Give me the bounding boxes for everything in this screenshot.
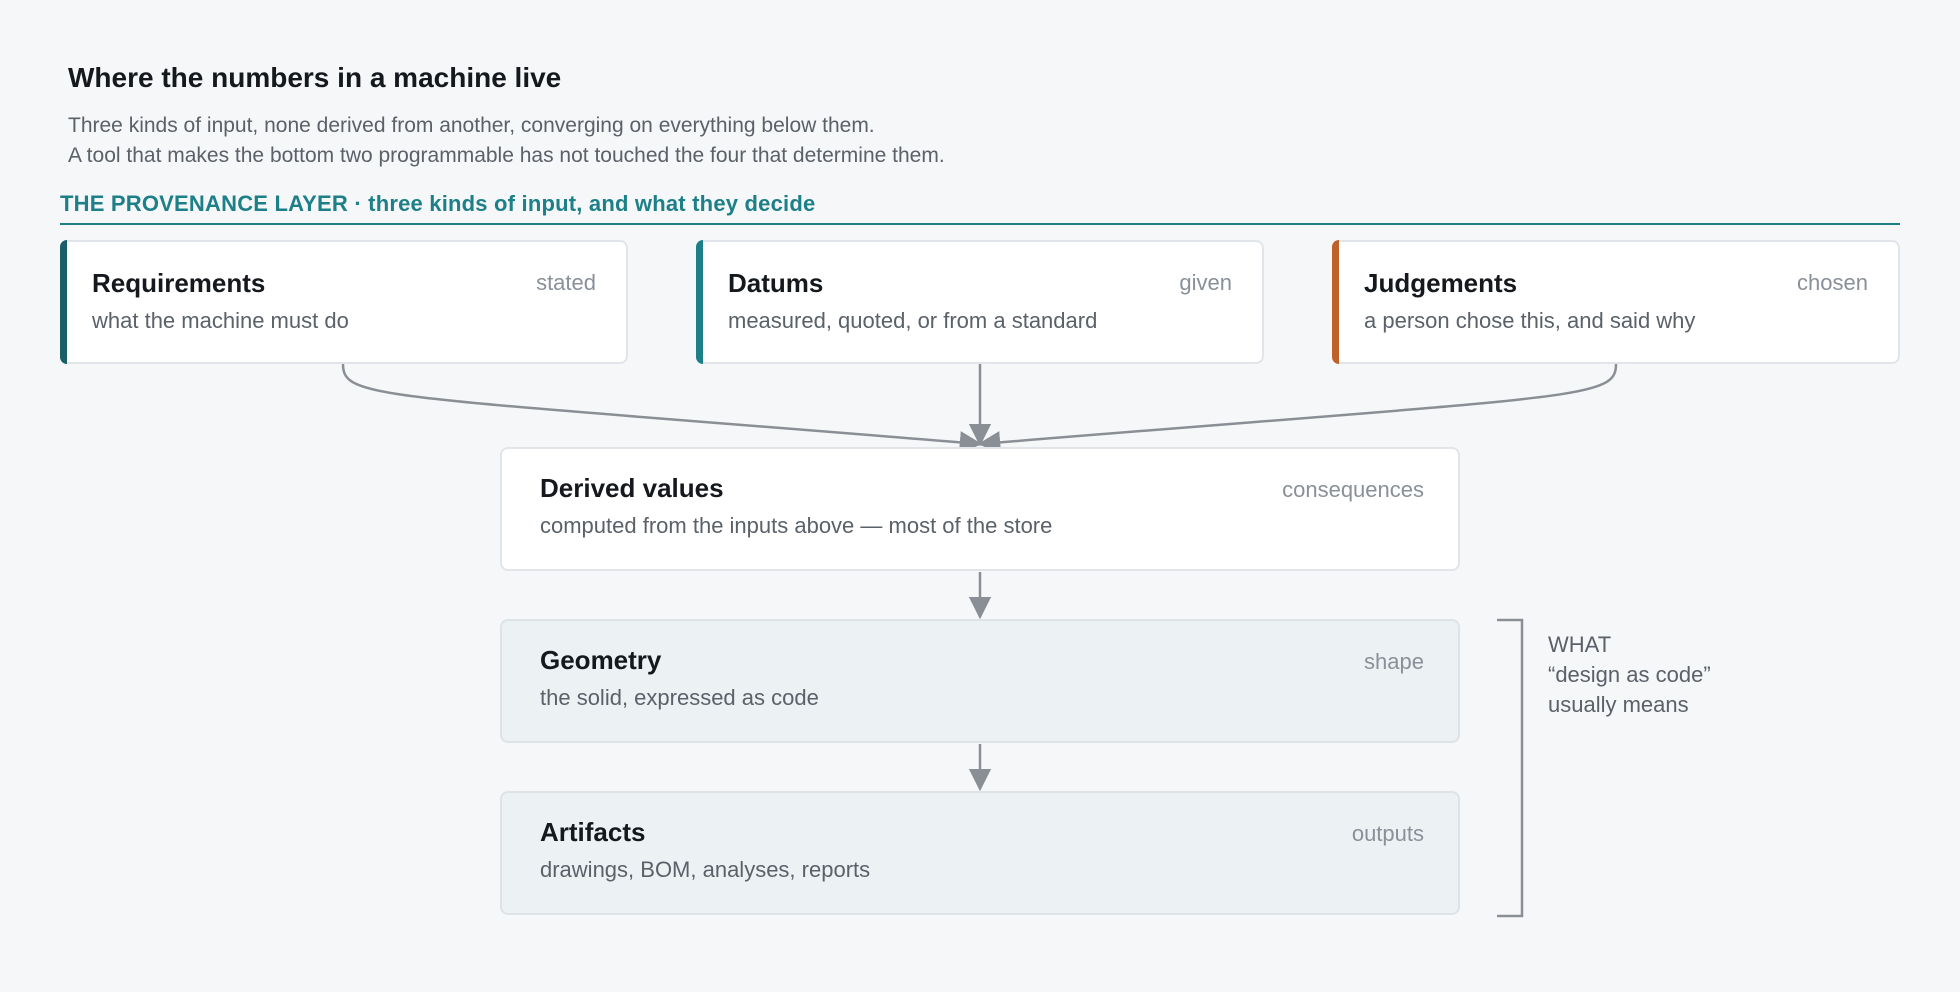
geometry-title: Geometry bbox=[540, 645, 662, 675]
geometry-description: the solid, expressed as code bbox=[540, 685, 819, 710]
bracket-label-line-2: “design as code” bbox=[1548, 662, 1711, 687]
derived-values-description: computed from the inputs above — most of… bbox=[540, 513, 1053, 538]
artifacts-card: Artifacts outputs drawings, BOM, analyse… bbox=[500, 791, 1460, 915]
bracket-label-line-1: WHAT bbox=[1548, 632, 1612, 657]
connector-requirements-to-derived bbox=[341, 363, 983, 454]
artifacts-tag: outputs bbox=[1351, 821, 1424, 846]
derived-values-card: Derived values consequences computed fro… bbox=[500, 447, 1460, 571]
derived-values-tag: consequences bbox=[1282, 477, 1424, 502]
geometry-card: Geometry shape the solid, expressed as c… bbox=[500, 619, 1460, 743]
geometry-tag: shape bbox=[1364, 649, 1424, 674]
derived-values-title: Derived values bbox=[540, 473, 724, 503]
bracket-label-line-3: usually means bbox=[1548, 692, 1689, 717]
artifacts-description: drawings, BOM, analyses, reports bbox=[540, 857, 871, 882]
connector-judgements-to-derived bbox=[977, 363, 1618, 454]
artifacts-title: Artifacts bbox=[540, 817, 646, 847]
diagram-canvas: Where the numbers in a machine live Thre… bbox=[0, 0, 1960, 992]
scope-bracket bbox=[1497, 618, 1524, 918]
